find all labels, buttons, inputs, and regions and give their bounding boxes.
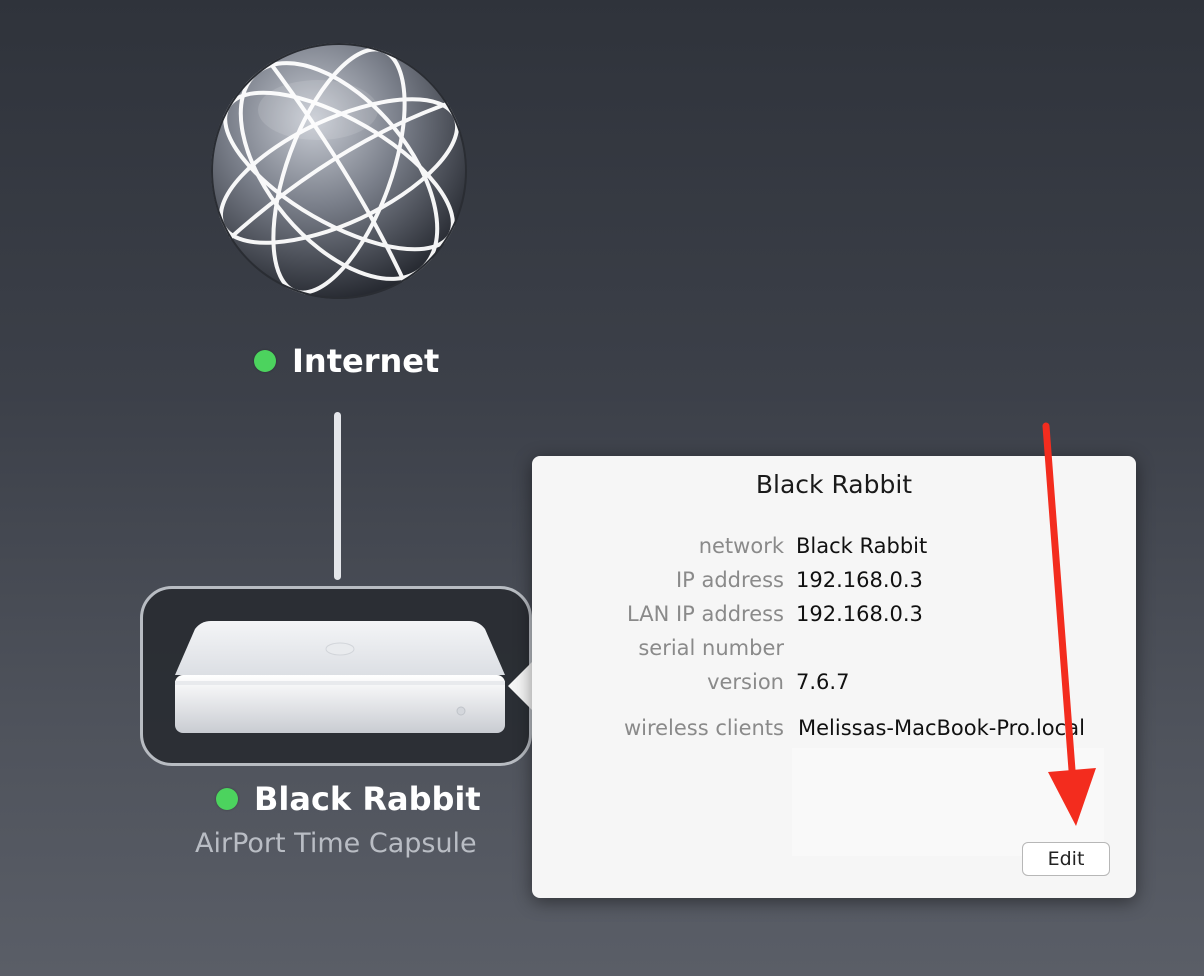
info-key: serial number (638, 636, 784, 660)
info-key: network (698, 534, 784, 558)
edit-button[interactable]: Edit (1022, 842, 1110, 876)
info-key: IP address (675, 568, 784, 592)
base-station-name: Black Rabbit (254, 780, 481, 818)
status-online-icon (254, 350, 276, 372)
info-value: 7.6.7 (796, 670, 850, 694)
internet-label: Internet (292, 342, 440, 380)
popover-pointer (508, 660, 534, 712)
info-value: Black Rabbit (796, 534, 928, 558)
base-station-node-label: Black Rabbit (216, 780, 481, 818)
connection-line (334, 412, 341, 580)
info-key: LAN IP address (627, 602, 784, 626)
internet-node-label: Internet (254, 342, 439, 380)
info-key: wireless clients (623, 716, 784, 740)
info-key: version (707, 670, 784, 694)
info-value: 192.168.0.3 (796, 568, 923, 592)
base-station-tile[interactable] (140, 586, 532, 766)
info-value: 192.168.0.3 (796, 602, 923, 626)
airport-time-capsule-icon (175, 621, 505, 733)
red-arrow-icon (1042, 422, 1096, 826)
globe-icon[interactable] (208, 40, 470, 302)
base-station-model: AirPort Time Capsule (195, 828, 477, 859)
status-online-icon (216, 788, 238, 810)
